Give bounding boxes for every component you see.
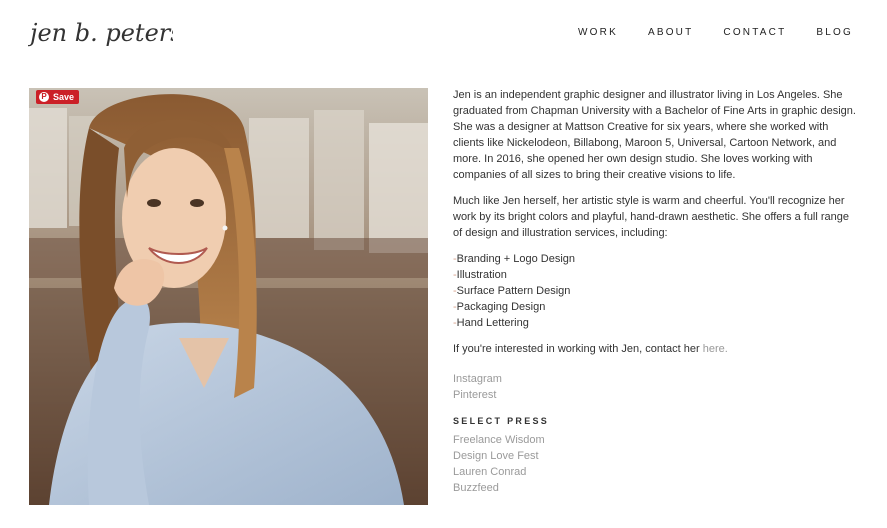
press-link-freelance-wisdom[interactable]: Freelance Wisdom bbox=[453, 432, 858, 448]
bio-paragraph-1: Jen is an independent graphic designer a… bbox=[453, 89, 856, 181]
save-label: Save bbox=[53, 92, 75, 102]
press-link-lauren-conrad[interactable]: Lauren Conrad bbox=[453, 464, 858, 480]
service-item: -Hand Lettering bbox=[453, 317, 529, 329]
nav-blog[interactable]: BLOG bbox=[816, 27, 853, 38]
logo-script: jen b. peters bbox=[28, 19, 173, 47]
instagram-link[interactable]: Instagram bbox=[453, 371, 858, 387]
pinterest-save-button[interactable]: P Save bbox=[36, 90, 80, 104]
press-links: Freelance Wisdom Design Love Fest Lauren… bbox=[453, 432, 858, 496]
about-content: Jen is an independent graphic designer a… bbox=[453, 87, 858, 496]
contact-here-link[interactable]: here. bbox=[703, 343, 728, 355]
social-links: Instagram Pinterest bbox=[453, 371, 858, 403]
service-item: -Branding + Logo Design bbox=[453, 253, 576, 265]
contact-line: If you're interested in working with Jen… bbox=[453, 343, 728, 355]
press-link-buzzfeed[interactable]: Buzzfeed bbox=[453, 480, 858, 496]
service-item: -Illustration bbox=[453, 269, 507, 281]
portrait-photo bbox=[29, 88, 428, 505]
site-logo[interactable]: jen b. peters bbox=[28, 14, 173, 52]
select-press-heading: SELECT PRESS bbox=[453, 416, 550, 426]
services-list: -Branding + Logo Design -Illustration -S… bbox=[453, 251, 858, 331]
bio-paragraph-2: Much like Jen herself, her artistic styl… bbox=[453, 195, 850, 239]
service-item: -Surface Pattern Design bbox=[453, 285, 571, 297]
nav-contact[interactable]: CONTACT bbox=[723, 27, 786, 38]
pinterest-icon: P bbox=[39, 92, 49, 102]
nav-work[interactable]: WORK bbox=[578, 27, 618, 38]
main-nav: WORK ABOUT CONTACT BLOG bbox=[548, 27, 853, 38]
pinterest-link[interactable]: Pinterest bbox=[453, 387, 858, 403]
press-link-design-love-fest[interactable]: Design Love Fest bbox=[453, 448, 858, 464]
service-item: -Packaging Design bbox=[453, 301, 546, 313]
logo-text: jen b. peters bbox=[28, 19, 173, 47]
nav-about[interactable]: ABOUT bbox=[648, 27, 693, 38]
